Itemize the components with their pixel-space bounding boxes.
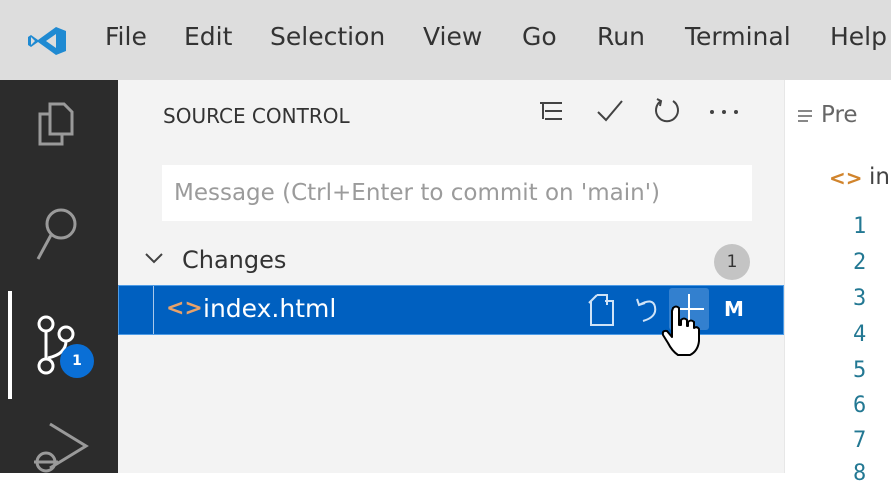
menu-view[interactable]: View xyxy=(423,22,482,51)
activity-bar: 1 xyxy=(0,80,118,473)
line-number: 5 xyxy=(853,358,867,383)
refresh-icon[interactable] xyxy=(653,96,681,126)
line-number: 6 xyxy=(853,393,867,418)
editor-tab-label[interactable]: Pre xyxy=(821,102,858,128)
changes-label: Changes xyxy=(182,246,287,274)
explorer-icon[interactable] xyxy=(36,100,76,148)
editor-area: Pre <> in 1 2 3 4 5 6 7 8 xyxy=(784,80,891,486)
preview-tab-icon xyxy=(798,110,812,122)
menu-go[interactable]: Go xyxy=(522,22,557,51)
line-number: 3 xyxy=(853,286,867,311)
source-control-badge: 1 xyxy=(60,344,94,378)
source-control-panel: SOURCE CONTROL Changes 1 <> index.html xyxy=(118,80,784,473)
file-status-badge: M xyxy=(724,297,744,321)
changes-count-badge: 1 xyxy=(714,244,750,280)
hand-pointer-cursor-icon xyxy=(661,305,700,356)
run-debug-icon[interactable] xyxy=(30,420,94,473)
menu-run[interactable]: Run xyxy=(597,22,645,51)
active-view-indicator xyxy=(8,291,12,399)
tree-view-icon[interactable] xyxy=(538,96,564,126)
more-actions-icon[interactable] xyxy=(706,96,742,126)
line-number: 1 xyxy=(853,214,867,239)
menu-help[interactable]: Help xyxy=(830,22,887,51)
menu-selection[interactable]: Selection xyxy=(270,22,385,51)
menu-file[interactable]: File xyxy=(105,22,147,51)
open-file-icon[interactable] xyxy=(585,291,619,329)
discard-changes-icon[interactable] xyxy=(633,291,661,329)
menu-edit[interactable]: Edit xyxy=(184,22,232,51)
line-number: 2 xyxy=(853,250,867,275)
commit-message-input[interactable] xyxy=(162,165,764,221)
vscode-logo-icon[interactable] xyxy=(26,25,70,57)
line-number: 7 xyxy=(853,428,867,453)
commit-message-box xyxy=(162,165,764,221)
menu-terminal[interactable]: Terminal xyxy=(685,22,791,51)
search-icon[interactable] xyxy=(34,205,80,263)
line-number: 8 xyxy=(853,461,867,486)
html-breadcrumb-icon: <> xyxy=(829,166,863,190)
commit-check-icon[interactable] xyxy=(595,96,625,126)
breadcrumb[interactable]: in xyxy=(869,164,890,190)
tree-indent-guide xyxy=(153,286,154,334)
panel-title: SOURCE CONTROL xyxy=(163,104,350,128)
file-name: index.html xyxy=(203,294,337,323)
menu-bar: File Edit Selection View Go Run Terminal… xyxy=(0,0,891,80)
chevron-down-icon xyxy=(145,253,163,264)
html-file-icon: <> xyxy=(166,296,203,321)
changes-group-header[interactable]: Changes 1 xyxy=(118,238,784,282)
line-number: 4 xyxy=(853,322,867,347)
